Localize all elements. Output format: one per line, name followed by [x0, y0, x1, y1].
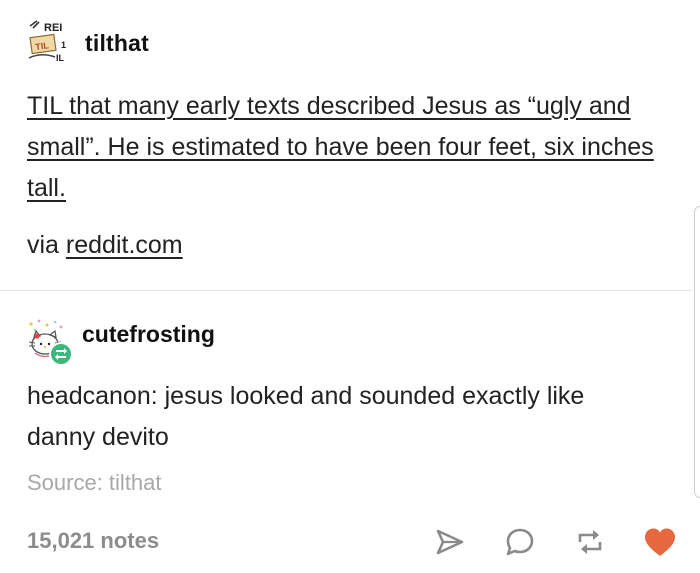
avatar-text-il: IL: [56, 53, 65, 63]
reblog-username[interactable]: cutefrosting: [82, 321, 215, 348]
post-header: REI TIL 1 IL tilthat: [27, 20, 149, 66]
like-heart-icon[interactable]: [642, 524, 678, 560]
avatar-text-top: REI: [44, 22, 62, 34]
notes-count[interactable]: 15,021 notes: [27, 528, 159, 554]
via-link[interactable]: reddit.com: [66, 231, 183, 259]
via-line: via reddit.com: [27, 228, 183, 262]
reblog-header: cutefrosting: [25, 318, 215, 368]
scroll-rail[interactable]: [694, 206, 700, 498]
reblog-icon[interactable]: [572, 524, 608, 560]
post-title-link[interactable]: TIL that many early texts described Jesu…: [27, 92, 654, 202]
post-username[interactable]: tilthat: [85, 30, 149, 57]
reblog-badge-icon: [49, 342, 73, 366]
via-prefix: via: [27, 231, 59, 259]
post-actions: [432, 524, 678, 560]
source-link[interactable]: Source: tilthat: [27, 470, 162, 496]
post-divider: [0, 290, 692, 291]
avatar-text-til: TIL: [35, 40, 50, 52]
til-logo-icon[interactable]: REI TIL 1 IL: [27, 20, 73, 66]
avatar-text-one: 1: [61, 40, 66, 50]
hello-kitty-avatar-icon[interactable]: [25, 318, 77, 368]
share-icon[interactable]: [432, 524, 468, 560]
post-title[interactable]: TIL that many early texts described Jesu…: [27, 86, 667, 209]
reply-icon[interactable]: [502, 524, 538, 560]
reblog-body: headcanon: jesus looked and sounded exac…: [27, 382, 585, 451]
